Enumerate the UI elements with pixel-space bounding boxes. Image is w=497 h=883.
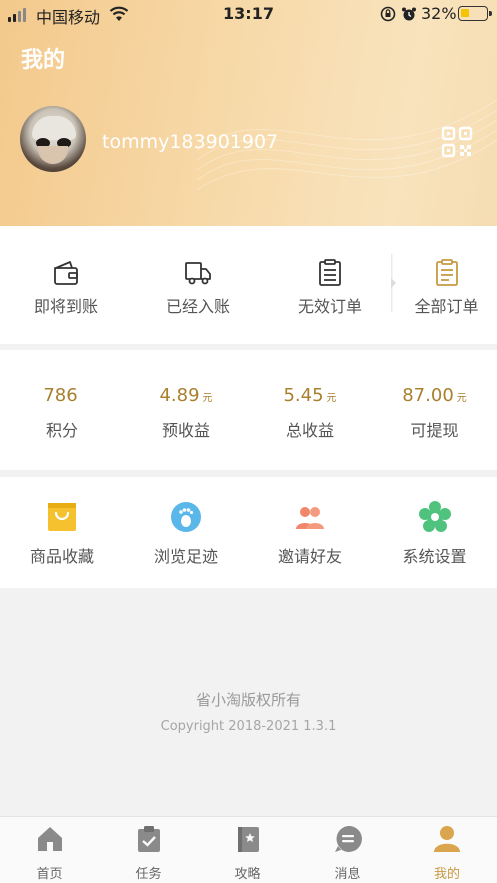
tool-label: 系统设置 [402,547,467,566]
order-all-item[interactable]: 全部订单 [396,226,497,344]
order-invalid-item[interactable]: 无效订单 [264,226,396,344]
people-icon [296,507,324,529]
clipboard-icon [319,259,341,286]
footprint-icon [171,502,201,532]
order-label: 即将到账 [33,297,98,316]
order-label: 全部订单 [414,297,479,316]
guide-book-icon [237,827,259,852]
tool-favorites[interactable]: 商品收藏 [0,477,124,588]
tab-label: 首页 [36,867,63,882]
stat-label: 总收益 [285,421,334,440]
stat-total-earnings[interactable]: 5.45 元 总收益 [248,350,372,470]
version-text: Copyright 2018-2021 1.3.1 [160,719,337,734]
status-bar: 中国移动 13:17 32% [0,0,497,28]
stat-estimated-earnings[interactable]: 4.89 元 预收益 [124,350,248,470]
wallet-icon [54,261,78,285]
tab-guide[interactable]: 攻略 [198,817,297,883]
stat-withdrawable[interactable]: 87.00 元 可提现 [372,350,497,470]
tool-label: 浏览足迹 [153,547,218,566]
order-status-section: 即将到账 已经入账 无效订单 全部订单 [0,226,497,344]
user-icon [434,826,460,852]
tab-home[interactable]: 首页 [0,817,99,883]
flower-gear-icon [418,501,451,532]
truck-icon [185,262,211,285]
tab-label: 我的 [433,867,460,882]
battery-level-fill [461,9,469,17]
order-received-item[interactable]: 已经入账 [132,226,264,344]
stat-value: 5.45 元 [283,385,337,406]
stat-label: 预收益 [161,421,210,440]
stat-value: 4.89 元 [159,385,213,406]
tab-label: 任务 [135,867,162,882]
battery-icon [458,6,492,21]
rotation-lock-icon [380,6,396,22]
tools-section: 商品收藏 浏览足迹 邀请好友 系统设置 [0,477,497,588]
shopping-bag-icon [48,503,76,531]
tab-label: 消息 [334,867,361,882]
stat-label: 积分 [45,421,78,440]
tool-history[interactable]: 浏览足迹 [124,477,248,588]
order-label: 无效订单 [297,297,362,316]
tool-invite[interactable]: 邀请好友 [248,477,372,588]
stat-value: 786 [43,385,78,406]
tool-settings[interactable]: 系统设置 [372,477,497,588]
bottom-tab-bar: 首页 任务 攻略 消息 我的 [0,816,497,883]
tab-messages[interactable]: 消息 [298,817,397,883]
clipboard-list-icon [435,259,458,286]
tool-label: 邀请好友 [277,547,342,566]
profile-header: 中国移动 13:17 32% 我的 tommy183901907 [0,0,497,226]
order-pending-item[interactable]: 即将到账 [0,226,132,344]
page-title: 我的 [21,48,66,73]
alarm-icon [402,7,416,21]
avatar[interactable] [20,106,86,172]
username: tommy183901907 [102,131,279,153]
tab-label: 攻略 [234,867,261,882]
tab-tasks[interactable]: 任务 [99,817,198,883]
task-icon [137,826,160,852]
earnings-stats-section: 786 积分 4.89 元 预收益 5.45 元 总收益 87.00 元 可提现 [0,350,497,470]
battery-percent: 32% [421,4,457,23]
tab-mine[interactable]: 我的 [397,817,497,883]
stat-points[interactable]: 786 积分 [0,350,124,470]
copyright-text: 省小淘版权所有 [195,691,301,709]
tool-label: 商品收藏 [29,547,94,566]
message-icon [334,825,362,852]
order-label: 已经入账 [165,297,230,316]
qr-code-icon[interactable] [441,126,473,158]
home-icon [37,827,62,851]
stat-label: 可提现 [410,421,459,440]
stat-value: 87.00 元 [402,385,467,406]
